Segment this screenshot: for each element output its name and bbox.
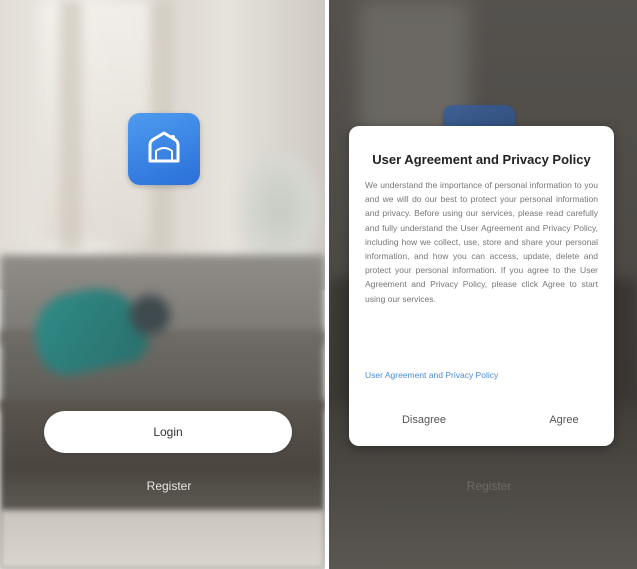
dialog-title: User Agreement and Privacy Policy <box>372 152 591 167</box>
home-icon <box>148 131 180 163</box>
disagree-button[interactable]: Disagree <box>389 406 459 434</box>
login-button[interactable]: Login <box>44 411 292 453</box>
login-screen: Login Register <box>0 0 325 569</box>
agreement-dialog: User Agreement and Privacy Policy We und… <box>349 126 614 446</box>
agreement-screen: Register User Agreement and Privacy Poli… <box>329 0 637 569</box>
policy-link[interactable]: User Agreement and Privacy Policy <box>365 370 498 380</box>
agree-button[interactable]: Agree <box>539 406 589 434</box>
dialog-actions: Disagree Agree <box>349 406 614 434</box>
dialog-body-text: We understand the importance of personal… <box>365 180 598 304</box>
app-logo-icon <box>128 113 200 185</box>
register-link-dimmed: Register <box>466 479 512 493</box>
register-link[interactable]: Register <box>110 474 228 498</box>
